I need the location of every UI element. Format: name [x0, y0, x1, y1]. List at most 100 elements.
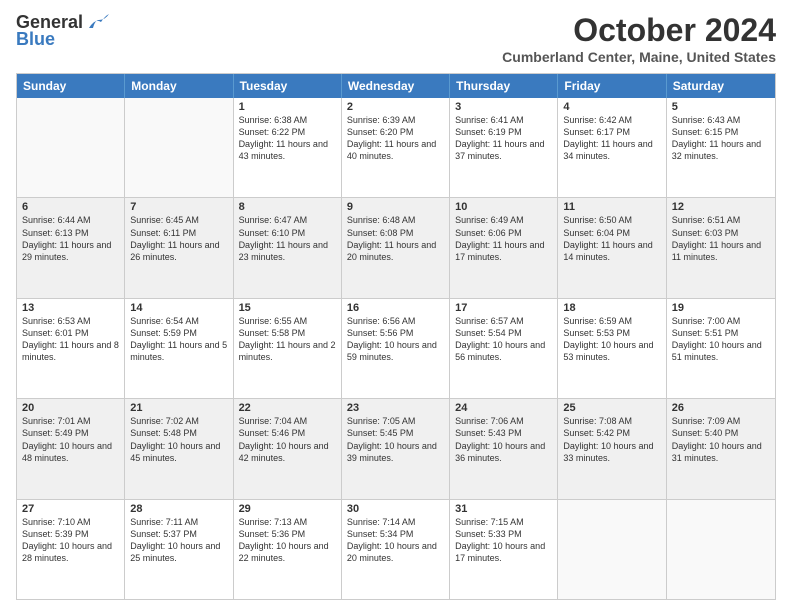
day-number: 8 [239, 201, 336, 213]
day-info: Sunrise: 7:15 AMSunset: 5:33 PMDaylight:… [455, 516, 552, 565]
day-number: 10 [455, 201, 552, 213]
table-row: 1Sunrise: 6:38 AMSunset: 6:22 PMDaylight… [234, 98, 342, 197]
sunrise: Sunrise: 6:41 AM [455, 115, 524, 125]
daylight: Daylight: 11 hours and 2 minutes. [239, 340, 336, 362]
table-row: 4Sunrise: 6:42 AMSunset: 6:17 PMDaylight… [558, 98, 666, 197]
sunrise: Sunrise: 6:50 AM [563, 215, 632, 225]
day-number: 3 [455, 101, 552, 113]
sunrise: Sunrise: 6:38 AM [239, 115, 308, 125]
sunrise: Sunrise: 6:53 AM [22, 316, 91, 326]
day-number: 27 [22, 503, 119, 515]
sunrise: Sunrise: 7:01 AM [22, 416, 91, 426]
day-number: 24 [455, 402, 552, 414]
day-info: Sunrise: 6:57 AMSunset: 5:54 PMDaylight:… [455, 315, 552, 364]
calendar-body: 1Sunrise: 6:38 AMSunset: 6:22 PMDaylight… [17, 98, 775, 599]
table-row [667, 500, 775, 599]
sunrise: Sunrise: 7:02 AM [130, 416, 199, 426]
day-info: Sunrise: 6:42 AMSunset: 6:17 PMDaylight:… [563, 114, 660, 163]
sunset: Sunset: 5:43 PM [455, 428, 522, 438]
sunset: Sunset: 6:13 PM [22, 228, 89, 238]
calendar-header: Sunday Monday Tuesday Wednesday Thursday… [17, 74, 775, 98]
daylight: Daylight: 11 hours and 14 minutes. [563, 240, 652, 262]
sunrise: Sunrise: 7:14 AM [347, 517, 416, 527]
daylight: Daylight: 11 hours and 29 minutes. [22, 240, 111, 262]
header-tuesday: Tuesday [234, 74, 342, 98]
sunrise: Sunrise: 7:09 AM [672, 416, 741, 426]
daylight: Daylight: 11 hours and 11 minutes. [672, 240, 761, 262]
location-title: Cumberland Center, Maine, United States [502, 49, 776, 65]
sunrise: Sunrise: 7:00 AM [672, 316, 741, 326]
day-info: Sunrise: 6:53 AMSunset: 6:01 PMDaylight:… [22, 315, 119, 364]
daylight: Daylight: 10 hours and 42 minutes. [239, 441, 329, 463]
daylight: Daylight: 10 hours and 39 minutes. [347, 441, 437, 463]
daylight: Daylight: 10 hours and 56 minutes. [455, 340, 545, 362]
day-info: Sunrise: 7:04 AMSunset: 5:46 PMDaylight:… [239, 415, 336, 464]
daylight: Daylight: 11 hours and 20 minutes. [347, 240, 436, 262]
table-row: 7 Sunrise: 6:45 AM Sunset: 6:11 PM Daylight… [125, 198, 233, 297]
day-info: Sunrise: 7:09 AMSunset: 5:40 PMDaylight:… [672, 415, 770, 464]
table-row: 10Sunrise: 6:49 AMSunset: 6:06 PMDayligh… [450, 198, 558, 297]
table-row: 21Sunrise: 7:02 AMSunset: 5:48 PMDayligh… [125, 399, 233, 498]
day-number: 14 [130, 302, 227, 314]
day-info: Sunrise: 6:39 AMSunset: 6:20 PMDaylight:… [347, 114, 444, 163]
table-row: 23Sunrise: 7:05 AMSunset: 5:45 PMDayligh… [342, 399, 450, 498]
table-row: 20Sunrise: 7:01 AMSunset: 5:49 PMDayligh… [17, 399, 125, 498]
daylight: Daylight: 10 hours and 36 minutes. [455, 441, 545, 463]
day-number: 13 [22, 302, 119, 314]
day-number: 15 [239, 302, 336, 314]
day-number: 23 [347, 402, 444, 414]
day-info: Sunrise: 6:47 AMSunset: 6:10 PMDaylight:… [239, 214, 336, 263]
daylight: Daylight: 11 hours and 23 minutes. [239, 240, 328, 262]
day-info: Sunrise: 7:05 AMSunset: 5:45 PMDaylight:… [347, 415, 444, 464]
logo-bird-icon [87, 14, 109, 32]
header: General Blue October 2024 Cumberland Cen… [16, 12, 776, 65]
sunrise: Sunrise: 7:08 AM [563, 416, 632, 426]
sunset: Sunset: 5:42 PM [563, 428, 630, 438]
sunset: Sunset: 6:06 PM [455, 228, 522, 238]
sunrise: Sunrise: 6:39 AM [347, 115, 416, 125]
table-row: 25Sunrise: 7:08 AMSunset: 5:42 PMDayligh… [558, 399, 666, 498]
table-row: 30Sunrise: 7:14 AMSunset: 5:34 PMDayligh… [342, 500, 450, 599]
day-number: 30 [347, 503, 444, 515]
day-number: 16 [347, 302, 444, 314]
daylight: Daylight: 10 hours and 51 minutes. [672, 340, 762, 362]
day-number: 19 [672, 302, 770, 314]
day-info: Sunrise: 6:48 AMSunset: 6:08 PMDaylight:… [347, 214, 444, 263]
sunrise: Sunrise: 7:05 AM [347, 416, 416, 426]
sunset: Sunset: 5:53 PM [563, 328, 630, 338]
sunrise: Sunrise: 6:45 AM [130, 215, 199, 225]
daylight: Daylight: 11 hours and 32 minutes. [672, 139, 761, 161]
sunset: Sunset: 6:15 PM [672, 127, 739, 137]
daylight: Daylight: 10 hours and 59 minutes. [347, 340, 437, 362]
daylight: Daylight: 11 hours and 43 minutes. [239, 139, 328, 161]
sunset: Sunset: 5:40 PM [672, 428, 739, 438]
day-number: 7 [130, 201, 227, 213]
sunrise: Sunrise: 6:47 AM [239, 215, 308, 225]
calendar-week-3: 13Sunrise: 6:53 AMSunset: 6:01 PMDayligh… [17, 298, 775, 398]
sunset: Sunset: 6:11 PM [130, 228, 196, 238]
day-info: Sunrise: 6:50 AMSunset: 6:04 PMDaylight:… [563, 214, 660, 263]
sunset: Sunset: 5:48 PM [130, 428, 197, 438]
day-info: Sunrise: 7:02 AMSunset: 5:48 PMDaylight:… [130, 415, 227, 464]
day-info: Sunrise: 6:45 AM Sunset: 6:11 PM Daylight:… [130, 214, 227, 263]
sunset: Sunset: 5:33 PM [455, 529, 522, 539]
table-row [558, 500, 666, 599]
daylight: Daylight: 10 hours and 20 minutes. [347, 541, 437, 563]
table-row: 16Sunrise: 6:56 AMSunset: 5:56 PMDayligh… [342, 299, 450, 398]
day-number: 6 [22, 201, 119, 213]
day-info: Sunrise: 6:55 AMSunset: 5:58 PMDaylight:… [239, 315, 336, 364]
sunset: Sunset: 5:49 PM [22, 428, 89, 438]
table-row: 5Sunrise: 6:43 AMSunset: 6:15 PMDaylight… [667, 98, 775, 197]
day-number: 4 [563, 101, 660, 113]
day-number: 28 [130, 503, 227, 515]
daylight: Daylight: 10 hours and 53 minutes. [563, 340, 653, 362]
daylight: Daylight: 11 hours and 26 minutes. [130, 240, 219, 262]
header-thursday: Thursday [450, 74, 558, 98]
day-info: Sunrise: 7:13 AMSunset: 5:36 PMDaylight:… [239, 516, 336, 565]
daylight: Daylight: 11 hours and 40 minutes. [347, 139, 436, 161]
day-number: 29 [239, 503, 336, 515]
sunset: Sunset: 6:08 PM [347, 228, 414, 238]
day-number: 5 [672, 101, 770, 113]
sunrise: Sunrise: 6:59 AM [563, 316, 632, 326]
sunrise: Sunrise: 7:13 AM [239, 517, 308, 527]
